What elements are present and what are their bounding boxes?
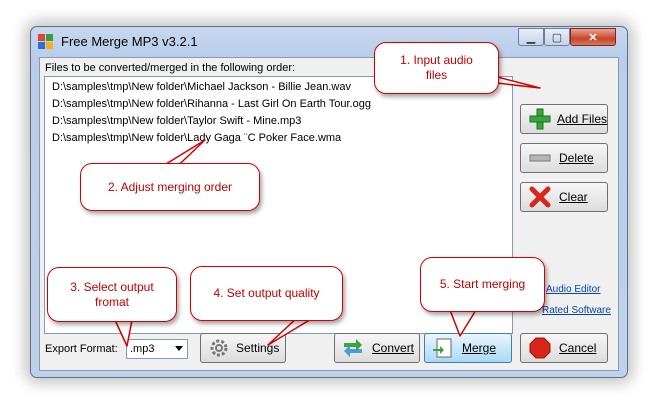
cancel-label: Cancel <box>559 341 597 355</box>
maximize-button[interactable]: ▢ <box>544 28 570 46</box>
gear-icon <box>210 339 228 357</box>
minus-icon <box>529 154 551 162</box>
list-item[interactable]: D:\samples\tmp\New folder\Michael Jackso… <box>52 81 351 93</box>
minimize-button[interactable]: ▁ <box>518 28 544 46</box>
plus-icon <box>529 108 551 130</box>
convert-label: Convert <box>372 341 415 355</box>
list-item[interactable]: D:\samples\tmp\New folder\Rihanna - Last… <box>52 98 371 110</box>
app-icon <box>38 34 53 49</box>
file-list-label: Files to be converted/merged in the foll… <box>45 62 296 74</box>
merge-document-icon <box>433 338 452 358</box>
close-icon: ✕ <box>588 31 598 44</box>
audio-editor-link[interactable]: Audio Editor <box>546 284 600 295</box>
rated-software-link[interactable]: Rated Software <box>542 305 611 316</box>
delete-label: Delete <box>559 151 594 165</box>
format-select[interactable]: .mp3 <box>126 339 188 359</box>
window-title: Free Merge MP3 v3.2.1 <box>61 34 198 49</box>
callout-input-audio: 1. Input audio files <box>374 42 499 94</box>
settings-label: Settings <box>236 341 280 355</box>
title-bar[interactable]: Free Merge MP3 v3.2.1 ▁ ▢ ✕ <box>31 27 627 57</box>
merge-label: Merge <box>462 341 497 355</box>
convert-button[interactable]: Convert <box>334 333 420 363</box>
red-x-icon <box>529 186 551 208</box>
cancel-button[interactable]: Cancel <box>520 333 608 363</box>
client-area: Files to be converted/merged in the foll… <box>39 57 619 371</box>
clear-button[interactable]: Clear <box>520 182 608 212</box>
stop-icon <box>529 337 551 359</box>
close-button[interactable]: ✕ <box>570 28 616 46</box>
export-format-label: Export Format: <box>45 343 118 355</box>
convert-arrows-icon <box>344 339 362 357</box>
callout-adjust-order: 2. Adjust merging order <box>80 163 260 211</box>
add-files-label: Add Files <box>556 112 608 126</box>
merge-button[interactable]: Merge <box>424 333 512 363</box>
list-item[interactable]: D:\samples\tmp\New folder\Taylor Swift -… <box>52 115 301 127</box>
maximize-icon: ▢ <box>551 31 563 44</box>
settings-button[interactable]: Settings <box>200 333 286 363</box>
callout-select-format: 3. Select output fromat <box>47 267 177 322</box>
callout-output-quality: 4. Set output quality <box>190 266 343 321</box>
minimize-icon: ▁ <box>526 31 536 44</box>
list-item[interactable]: D:\samples\tmp\New folder\Lady Gaga ¨C P… <box>52 132 341 144</box>
delete-button[interactable]: Delete <box>520 143 608 173</box>
format-select-value: .mp3 <box>130 343 155 355</box>
add-files-button[interactable]: Add Files <box>520 104 608 134</box>
chevron-down-icon <box>175 346 183 351</box>
callout-start-merging: 5. Start merging <box>420 257 545 312</box>
clear-label: Clear <box>559 190 588 204</box>
